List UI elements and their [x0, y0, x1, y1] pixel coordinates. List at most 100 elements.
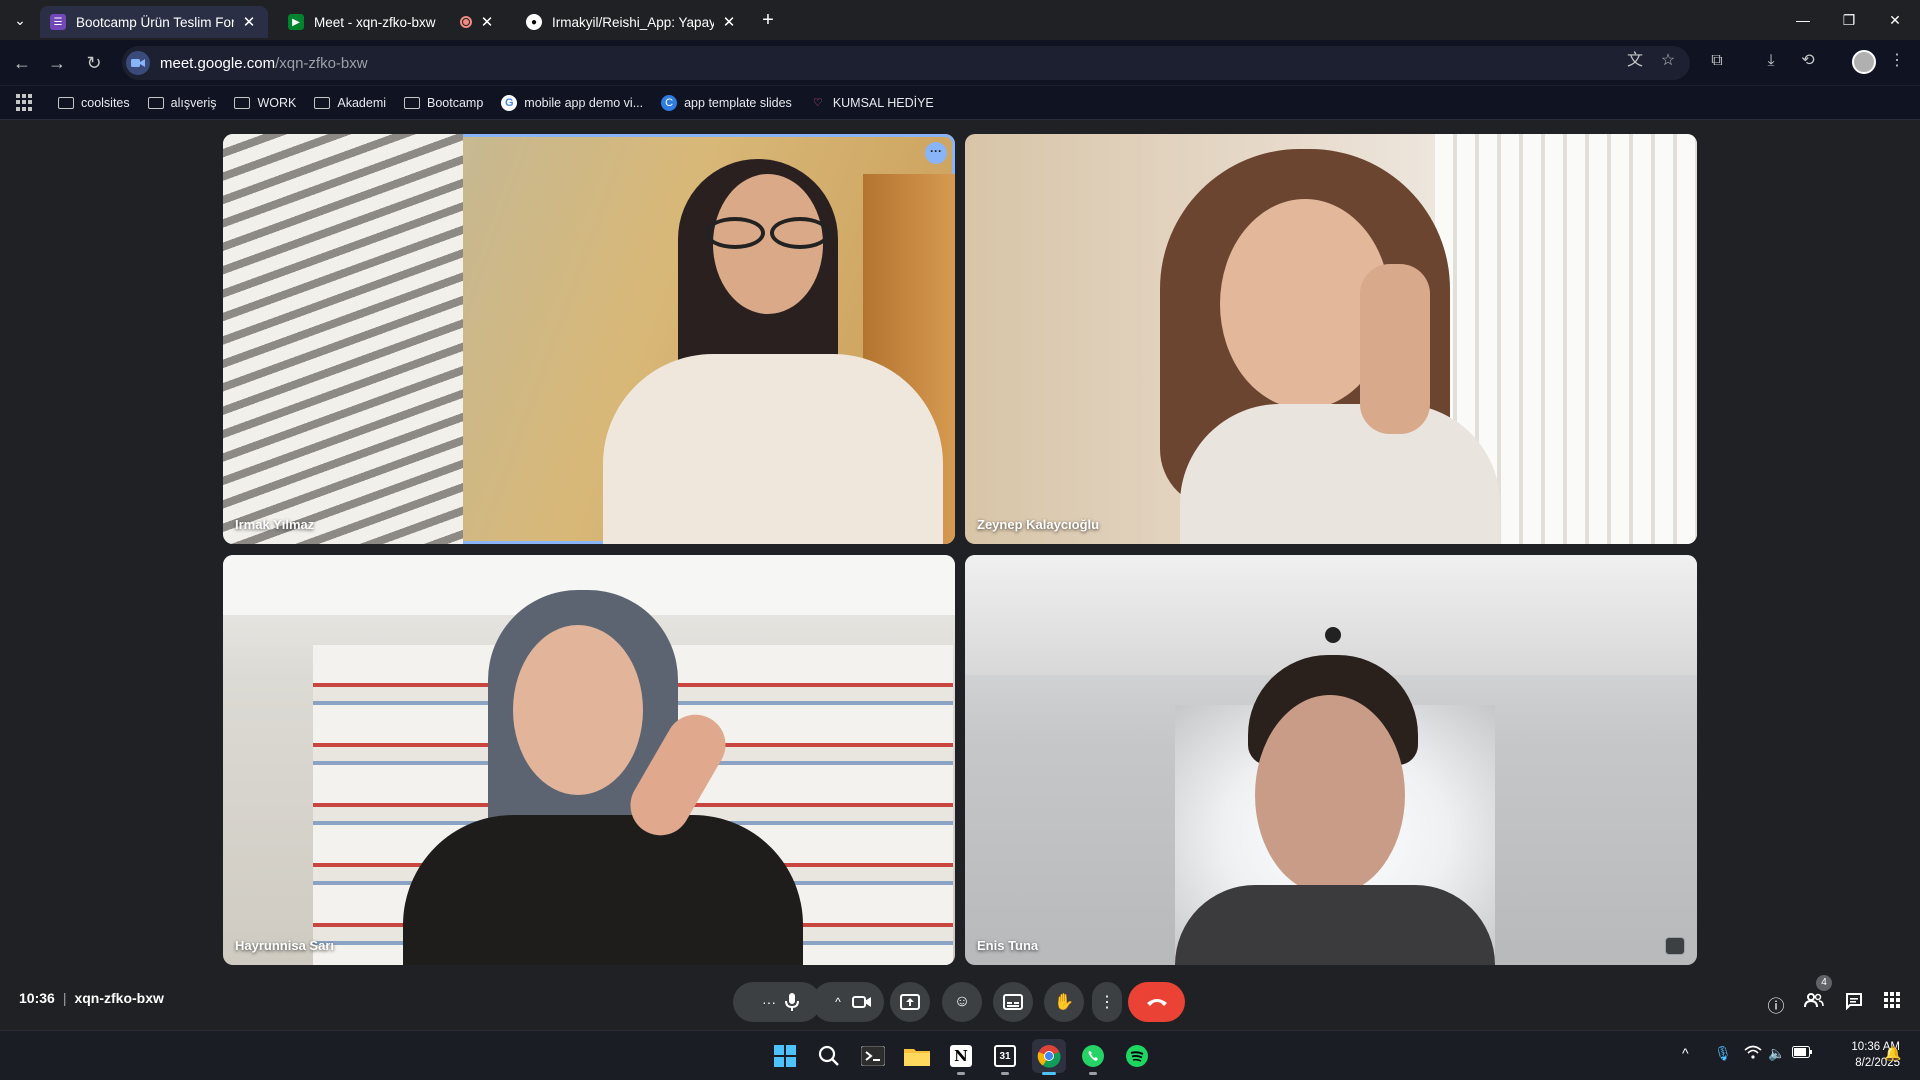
site-info-icon[interactable] [126, 51, 150, 75]
chat-icon[interactable] [1842, 992, 1866, 1016]
bookmark-label: mobile app demo vi... [524, 95, 644, 110]
show-hidden-icons-chevron-icon[interactable]: ^ [1682, 1045, 1689, 1061]
address-bar[interactable]: meet.google.com/xqn-zfko-bxw [122, 46, 1690, 80]
forward-icon[interactable]: → [45, 51, 69, 75]
reactions-button[interactable]: ☺ [942, 982, 982, 1022]
bookmark-alisveris[interactable]: alışveriş [147, 96, 216, 110]
restore-icon[interactable]: ❐ [1826, 0, 1872, 40]
menu-kebab-icon[interactable]: ⋮ [1886, 50, 1908, 72]
tab-search-chevron-icon[interactable]: ⌄ [8, 8, 32, 32]
participant-tile[interactable]: Enis Tuna [965, 555, 1697, 965]
minimize-icon[interactable]: — [1780, 0, 1826, 40]
folder-icon [234, 96, 251, 109]
github-icon: ● [526, 14, 542, 30]
captions-button[interactable] [993, 982, 1033, 1022]
people-icon[interactable] [1802, 992, 1826, 1016]
file-explorer-icon[interactable] [900, 1039, 934, 1073]
meeting-code: xqn-zfko-bxw [74, 990, 164, 1006]
bookmark-coolsites[interactable]: coolsites [58, 96, 130, 110]
windows-taskbar: N 31 ^ 🎙 🔈 10:36 AM 8/2/2025 🔔 [0, 1030, 1920, 1080]
tab-title: Meet - xqn-zfko-bxw [314, 14, 436, 30]
bookmark-label: coolsites [81, 95, 130, 110]
more-options-button[interactable]: ⋮ [1092, 982, 1122, 1022]
meeting-time: 10:36 [19, 990, 55, 1006]
audio-options-icon[interactable]: ··· [754, 994, 784, 1010]
calendar-icon[interactable]: 31 [988, 1039, 1022, 1075]
notion-icon[interactable]: N [944, 1039, 978, 1075]
close-tab-icon[interactable]: ✕ [240, 13, 258, 31]
bookmark-work[interactable]: WORK [234, 96, 296, 110]
profile-avatar[interactable] [1852, 50, 1876, 74]
close-tab-icon[interactable]: ✕ [720, 13, 738, 31]
participant-tile[interactable]: ··· Irmak Yılmaz [223, 134, 955, 544]
camera-icon [852, 996, 871, 1008]
close-window-icon[interactable]: ✕ [1872, 0, 1918, 40]
back-icon[interactable]: ← [10, 51, 34, 75]
google-icon: G [501, 94, 518, 111]
notifications-bell-icon[interactable]: 🔔 [1884, 1045, 1901, 1062]
folder-icon [314, 96, 331, 109]
tab-meet[interactable]: ▶ Meet - xqn-zfko-bxw ✕ [278, 6, 506, 38]
bookmark-star-icon[interactable]: ☆ [1657, 50, 1679, 72]
new-tab-plus-icon[interactable]: + [756, 8, 780, 32]
meeting-details-info-icon[interactable]: ⓘ [1764, 992, 1788, 1016]
bookmark-label: Bootcamp [427, 95, 484, 110]
browser-toolbar: ← → ↻ meet.google.com/xqn-zfko-bxw 文 ☆ ⧉… [0, 40, 1920, 86]
participant-name: Hayrunnisa Sarı [235, 938, 334, 953]
participant-name: Irmak Yılmaz [235, 517, 315, 532]
participant-tile[interactable]: Hayrunnisa Sarı [223, 555, 955, 965]
close-tab-icon[interactable]: ✕ [478, 13, 496, 31]
canva-icon: C [661, 94, 678, 111]
download-icon[interactable]: ⤓ [1760, 50, 1782, 72]
bookmark-bootcamp[interactable]: Bootcamp [404, 96, 483, 110]
whatsapp-icon[interactable] [1076, 1039, 1110, 1075]
windows-start-icon[interactable] [768, 1039, 802, 1073]
participant-tile[interactable]: Zeynep Kalaycıoğlu [965, 134, 1697, 544]
hang-up-icon [1146, 999, 1167, 1006]
bookmark-kumsal-hediye[interactable]: ♡ KUMSAL HEDİYE [810, 96, 934, 110]
emoji-icon: ☺ [953, 993, 971, 1010]
camera-button[interactable]: ^ [812, 982, 884, 1022]
raise-hand-button[interactable]: ✋ [1044, 982, 1084, 1022]
search-icon[interactable] [812, 1039, 846, 1073]
battery-icon[interactable] [1792, 1045, 1812, 1061]
microphone-button[interactable]: ··· [733, 982, 821, 1022]
activities-grid-icon[interactable] [1880, 992, 1904, 1016]
bookmark-app-template-slides[interactable]: Capp template slides [661, 94, 792, 111]
volume-icon[interactable]: 🔈 [1768, 1045, 1785, 1062]
wifi-icon[interactable] [1744, 1045, 1762, 1062]
meeting-info: 10:36 | xqn-zfko-bxw [19, 990, 164, 1006]
captions-icon [1003, 994, 1023, 1010]
chrome-icon[interactable] [1032, 1039, 1066, 1075]
tab-title: Irmakyil/Reishi_App: Yapay Zek [552, 14, 714, 30]
present-screen-button[interactable] [890, 982, 930, 1022]
apps-grid-icon[interactable] [16, 93, 34, 112]
url-path: /xqn-zfko-bxw [275, 54, 368, 72]
folder-icon [147, 96, 164, 109]
more-vert-icon: ⋮ [1099, 994, 1115, 1011]
microphone-in-use-icon[interactable]: 🎙 [1714, 1045, 1732, 1062]
tab-bootcamp-form[interactable]: ☰ Bootcamp Ürün Teslim Formu ✕ [40, 6, 268, 38]
present-screen-icon [900, 994, 920, 1010]
recording-icon [460, 16, 472, 28]
leave-call-button[interactable] [1128, 982, 1185, 1022]
browser-titlebar: ⌄ ☰ Bootcamp Ürün Teslim Formu ✕ ▶ Meet … [0, 0, 1920, 40]
reload-icon[interactable]: ↻ [82, 51, 106, 75]
tab-github[interactable]: ● Irmakyil/Reishi_App: Yapay Zek ✕ [516, 6, 748, 38]
more-options-icon[interactable]: ··· [925, 142, 947, 164]
bookmark-mobile-app-demo[interactable]: Gmobile app demo vi... [501, 94, 644, 111]
meeting-info-separator: | [62, 990, 67, 1006]
bookmark-akademi[interactable]: Akademi [314, 96, 386, 110]
spotify-icon[interactable] [1120, 1039, 1154, 1073]
extensions-icon[interactable]: ⧉ [1706, 50, 1728, 72]
meet-control-bar: 10:36 | xqn-zfko-bxw ··· ^ ☺ ✋ ⋮ ⓘ [0, 966, 1920, 1030]
terminal-icon[interactable] [856, 1039, 890, 1073]
folder-icon [58, 96, 74, 109]
history-icon[interactable]: ⟲ [1797, 50, 1819, 72]
tab-title: Bootcamp Ürün Teslim Formu [76, 14, 234, 30]
video-options-chevron-icon[interactable]: ^ [824, 995, 852, 1009]
translate-icon[interactable]: 文 [1624, 50, 1646, 72]
bookmarks-bar: coolsites alışveriş WORK Akademi Bootcam… [0, 86, 1920, 120]
people-count-badge: 4 [1816, 975, 1832, 991]
picture-in-picture-icon[interactable] [1665, 937, 1685, 955]
